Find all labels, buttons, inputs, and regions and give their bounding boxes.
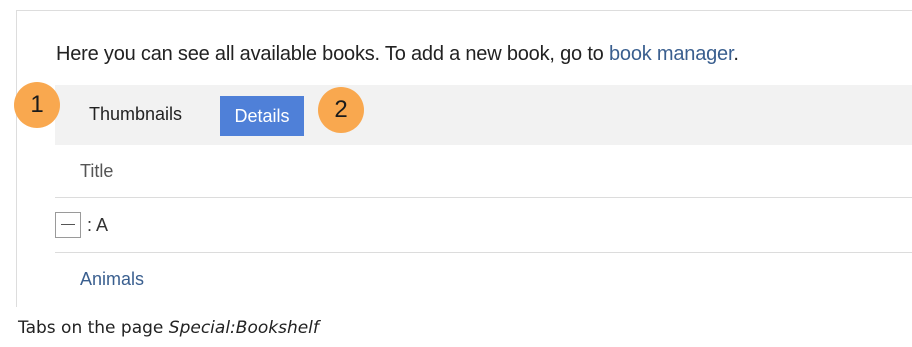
- title-cell: Animals: [80, 269, 144, 290]
- tab-thumbnails[interactable]: Thumbnails: [89, 104, 182, 125]
- column-header-title[interactable]: Title: [80, 161, 113, 182]
- intro-text: Here you can see all available books. To…: [56, 43, 739, 66]
- book-link-animals[interactable]: Animals: [80, 269, 144, 289]
- intro-sentence: Here you can see all available books. To…: [56, 43, 609, 65]
- intro-end: .: [733, 43, 739, 65]
- collapse-toggle-icon[interactable]: [55, 212, 81, 238]
- figure-caption: Tabs on the page Special:Bookshelf: [18, 318, 319, 338]
- table-header-row: Title: [55, 145, 912, 198]
- caption-prefix: Tabs on the page: [18, 318, 169, 338]
- group-row: : A: [55, 198, 912, 253]
- group-label: : A: [87, 214, 109, 235]
- group-cell: : A: [55, 212, 108, 238]
- caption-page-name: Special:Bookshelf: [168, 318, 319, 338]
- book-manager-link[interactable]: book manager: [609, 43, 734, 65]
- content-frame: Here you can see all available books. To…: [16, 10, 912, 307]
- callout-badge-2: 2: [318, 87, 364, 133]
- books-table: Title : A Animals: [55, 145, 912, 307]
- table-row: Animals: [55, 253, 912, 307]
- tab-details[interactable]: Details: [220, 96, 304, 136]
- callout-badge-1: 1: [14, 82, 60, 128]
- view-tab-bar: Thumbnails Details: [55, 85, 912, 145]
